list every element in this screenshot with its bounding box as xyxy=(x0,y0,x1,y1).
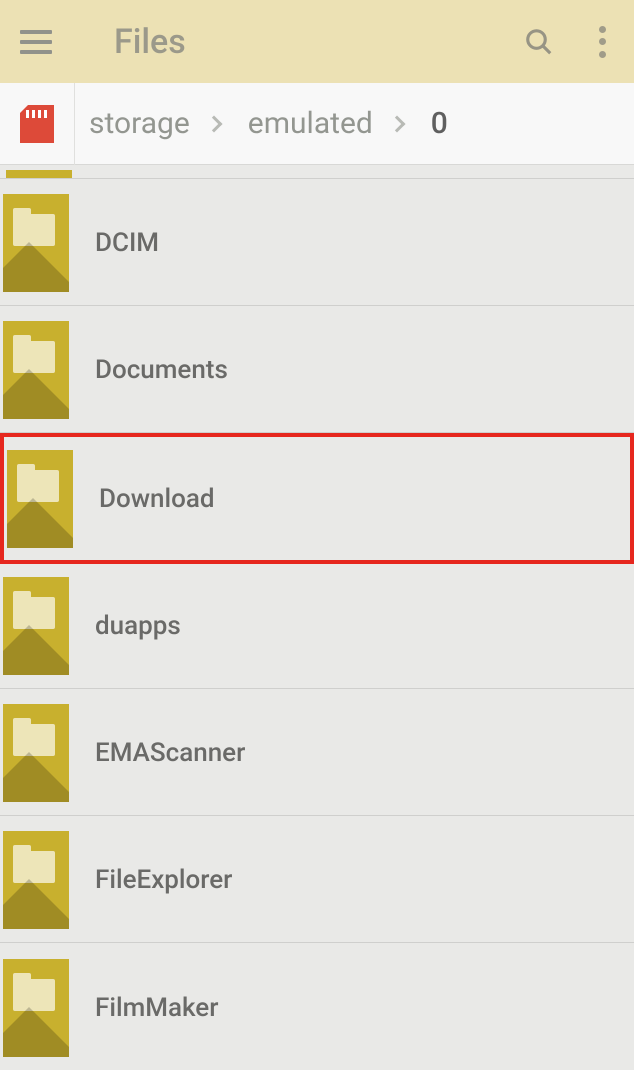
folder-row[interactable]: EMAScanner xyxy=(0,691,634,816)
folder-name: DCIM xyxy=(95,228,159,258)
folder-icon xyxy=(3,831,69,929)
folder-name: EMAScanner xyxy=(95,738,245,768)
folder-icon xyxy=(3,194,69,292)
more-options-icon[interactable] xyxy=(598,26,606,58)
folder-icon xyxy=(3,577,69,675)
breadcrumb-bar: storage emulated 0 xyxy=(0,83,634,165)
breadcrumb-label: storage xyxy=(89,106,190,141)
breadcrumb-item[interactable]: storage xyxy=(75,106,234,141)
folder-icon xyxy=(3,321,69,419)
search-icon[interactable] xyxy=(524,27,554,57)
folder-icon xyxy=(7,450,73,548)
breadcrumb-item[interactable]: emulated xyxy=(234,106,417,141)
folder-icon xyxy=(3,959,69,1057)
folder-row[interactable]: DCIM xyxy=(0,181,634,306)
breadcrumb-label: emulated xyxy=(248,106,373,141)
folder-name: Download xyxy=(99,484,215,514)
folder-row-highlighted[interactable]: Download xyxy=(0,433,634,564)
file-list: DCIM Documents Download duapps EMAScanne… xyxy=(0,165,634,1070)
folder-name: FileExplorer xyxy=(95,865,232,895)
breadcrumb-item[interactable]: 0 xyxy=(417,106,448,141)
chevron-right-icon xyxy=(205,115,222,132)
folder-name: FilmMaker xyxy=(95,993,218,1023)
breadcrumb-label: 0 xyxy=(431,106,448,141)
folder-name: Documents xyxy=(95,355,228,385)
folder-name: duapps xyxy=(95,611,181,641)
folder-row[interactable]: FilmMaker xyxy=(0,945,634,1070)
folder-row[interactable]: duapps xyxy=(0,564,634,689)
hamburger-menu-icon[interactable] xyxy=(20,30,52,54)
app-title: Files xyxy=(114,22,524,62)
folder-row[interactable]: FileExplorer xyxy=(0,818,634,943)
folder-icon xyxy=(3,704,69,802)
sdcard-icon[interactable] xyxy=(0,83,75,165)
chevron-right-icon xyxy=(388,115,405,132)
folder-row[interactable]: Documents xyxy=(0,308,634,433)
app-header: Files xyxy=(0,0,634,83)
